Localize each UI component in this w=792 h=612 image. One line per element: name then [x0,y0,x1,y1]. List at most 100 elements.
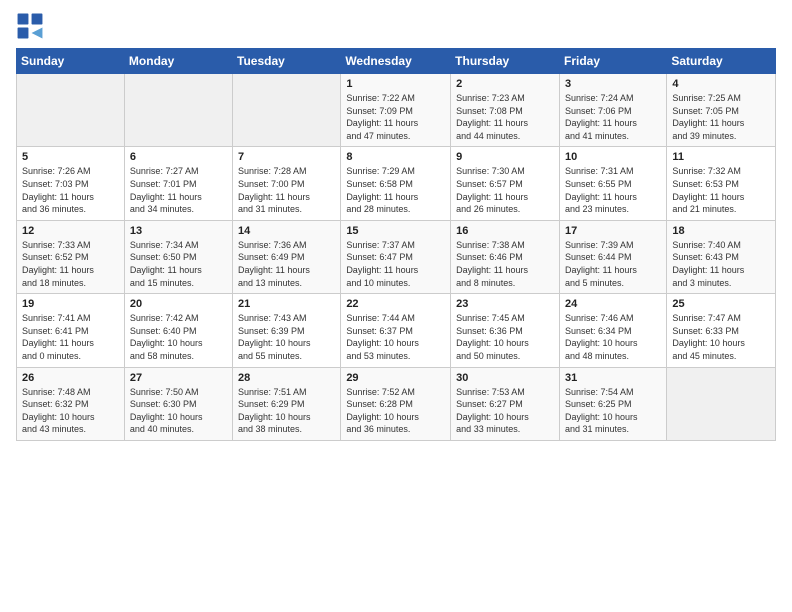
day-info: Sunrise: 7:43 AM Sunset: 6:39 PM Dayligh… [238,312,335,362]
calendar-cell: 26 Sunrise: 7:48 AM Sunset: 6:32 PM Dayli… [17,367,125,440]
day-number: 19 [22,298,119,310]
day-number: 28 [238,372,335,384]
day-info: Sunrise: 7:28 AM Sunset: 7:00 PM Dayligh… [238,165,335,215]
page: SundayMondayTuesdayWednesdayThursdayFrid… [0,0,792,612]
day-info: Sunrise: 7:39 AM Sunset: 6:44 PM Dayligh… [565,239,661,289]
week-row-3: 19 Sunrise: 7:41 AM Sunset: 6:41 PM Dayli… [17,294,776,367]
col-header-tuesday: Tuesday [233,49,341,74]
day-info: Sunrise: 7:42 AM Sunset: 6:40 PM Dayligh… [130,312,227,362]
day-info: Sunrise: 7:30 AM Sunset: 6:57 PM Dayligh… [456,165,554,215]
calendar-cell: 13Sunrise: 7:34 AM Sunset: 6:50 PM Dayli… [124,220,232,293]
day-number: 31 [565,372,661,384]
calendar-cell: 7Sunrise: 7:28 AM Sunset: 7:00 PM Daylig… [233,147,341,220]
col-header-wednesday: Wednesday [341,49,451,74]
calendar-cell: 23 Sunrise: 7:45 AM Sunset: 6:36 PM Dayli… [451,294,560,367]
day-number: 16 [456,225,554,237]
day-number: 27 [130,372,227,384]
day-number: 5 [22,151,119,163]
calendar-cell: 10 Sunrise: 7:31 AM Sunset: 6:55 PM Dayli… [559,147,666,220]
calendar-cell: 1Sunrise: 7:22 AM Sunset: 7:09 PM Daylig… [341,74,451,147]
day-number: 15 [346,225,445,237]
calendar-cell: 2 Sunrise: 7:23 AM Sunset: 7:08 PM Daylig… [451,74,560,147]
col-header-sunday: Sunday [17,49,125,74]
day-info: Sunrise: 7:44 AM Sunset: 6:37 PM Dayligh… [346,312,445,362]
day-number: 30 [456,372,554,384]
calendar-header-row: SundayMondayTuesdayWednesdayThursdayFrid… [17,49,776,74]
day-info: Sunrise: 7:32 AM Sunset: 6:53 PM Dayligh… [672,165,770,215]
day-number: 24 [565,298,661,310]
col-header-thursday: Thursday [451,49,560,74]
day-number: 4 [672,78,770,90]
calendar-cell: 16 Sunrise: 7:38 AM Sunset: 6:46 PM Dayli… [451,220,560,293]
col-header-monday: Monday [124,49,232,74]
day-info: Sunrise: 7:37 AM Sunset: 6:47 PM Dayligh… [346,239,445,289]
calendar-cell: 28Sunrise: 7:51 AM Sunset: 6:29 PM Dayli… [233,367,341,440]
calendar-cell: 18 Sunrise: 7:40 AM Sunset: 6:43 PM Dayli… [667,220,776,293]
calendar-cell: 30 Sunrise: 7:53 AM Sunset: 6:27 PM Dayli… [451,367,560,440]
day-number: 1 [346,78,445,90]
day-number: 18 [672,225,770,237]
day-info: Sunrise: 7:29 AM Sunset: 6:58 PM Dayligh… [346,165,445,215]
calendar-cell: 9 Sunrise: 7:30 AM Sunset: 6:57 PM Daylig… [451,147,560,220]
calendar-cell: 29Sunrise: 7:52 AM Sunset: 6:28 PM Dayli… [341,367,451,440]
day-info: Sunrise: 7:50 AM Sunset: 6:30 PM Dayligh… [130,386,227,436]
day-info: Sunrise: 7:40 AM Sunset: 6:43 PM Dayligh… [672,239,770,289]
day-number: 25 [672,298,770,310]
calendar-cell: 24 Sunrise: 7:46 AM Sunset: 6:34 PM Dayli… [559,294,666,367]
day-number: 2 [456,78,554,90]
day-info: Sunrise: 7:38 AM Sunset: 6:46 PM Dayligh… [456,239,554,289]
calendar-cell: 17Sunrise: 7:39 AM Sunset: 6:44 PM Dayli… [559,220,666,293]
day-number: 12 [22,225,119,237]
col-header-saturday: Saturday [667,49,776,74]
day-number: 22 [346,298,445,310]
calendar-cell [233,74,341,147]
day-info: Sunrise: 7:33 AM Sunset: 6:52 PM Dayligh… [22,239,119,289]
day-info: Sunrise: 7:46 AM Sunset: 6:34 PM Dayligh… [565,312,661,362]
calendar-cell [17,74,125,147]
calendar-cell: 22 Sunrise: 7:44 AM Sunset: 6:37 PM Dayli… [341,294,451,367]
week-row-1: 5Sunrise: 7:26 AM Sunset: 7:03 PM Daylig… [17,147,776,220]
day-number: 14 [238,225,335,237]
day-info: Sunrise: 7:23 AM Sunset: 7:08 PM Dayligh… [456,92,554,142]
day-info: Sunrise: 7:41 AM Sunset: 6:41 PM Dayligh… [22,312,119,362]
day-info: Sunrise: 7:31 AM Sunset: 6:55 PM Dayligh… [565,165,661,215]
calendar-cell: 21Sunrise: 7:43 AM Sunset: 6:39 PM Dayli… [233,294,341,367]
week-row-0: 1Sunrise: 7:22 AM Sunset: 7:09 PM Daylig… [17,74,776,147]
calendar-cell: 20Sunrise: 7:42 AM Sunset: 6:40 PM Dayli… [124,294,232,367]
calendar: SundayMondayTuesdayWednesdayThursdayFrid… [16,48,776,441]
week-row-4: 26 Sunrise: 7:48 AM Sunset: 6:32 PM Dayli… [17,367,776,440]
calendar-cell: 19 Sunrise: 7:41 AM Sunset: 6:41 PM Dayli… [17,294,125,367]
day-info: Sunrise: 7:48 AM Sunset: 6:32 PM Dayligh… [22,386,119,436]
day-number: 9 [456,151,554,163]
calendar-cell: 11Sunrise: 7:32 AM Sunset: 6:53 PM Dayli… [667,147,776,220]
logo-icon [16,12,44,40]
day-info: Sunrise: 7:52 AM Sunset: 6:28 PM Dayligh… [346,386,445,436]
day-info: Sunrise: 7:45 AM Sunset: 6:36 PM Dayligh… [456,312,554,362]
header [16,12,776,40]
day-info: Sunrise: 7:54 AM Sunset: 6:25 PM Dayligh… [565,386,661,436]
day-number: 23 [456,298,554,310]
week-row-2: 12 Sunrise: 7:33 AM Sunset: 6:52 PM Dayli… [17,220,776,293]
day-info: Sunrise: 7:27 AM Sunset: 7:01 PM Dayligh… [130,165,227,215]
day-info: Sunrise: 7:34 AM Sunset: 6:50 PM Dayligh… [130,239,227,289]
day-info: Sunrise: 7:24 AM Sunset: 7:06 PM Dayligh… [565,92,661,142]
col-header-friday: Friday [559,49,666,74]
calendar-cell: 14 Sunrise: 7:36 AM Sunset: 6:49 PM Dayli… [233,220,341,293]
logo [16,12,48,40]
calendar-cell: 15 Sunrise: 7:37 AM Sunset: 6:47 PM Dayli… [341,220,451,293]
day-number: 8 [346,151,445,163]
day-number: 6 [130,151,227,163]
day-info: Sunrise: 7:53 AM Sunset: 6:27 PM Dayligh… [456,386,554,436]
calendar-cell: 6 Sunrise: 7:27 AM Sunset: 7:01 PM Daylig… [124,147,232,220]
day-number: 26 [22,372,119,384]
calendar-cell [124,74,232,147]
calendar-cell: 27 Sunrise: 7:50 AM Sunset: 6:30 PM Dayli… [124,367,232,440]
calendar-cell [667,367,776,440]
day-info: Sunrise: 7:47 AM Sunset: 6:33 PM Dayligh… [672,312,770,362]
calendar-cell: 31 Sunrise: 7:54 AM Sunset: 6:25 PM Dayli… [559,367,666,440]
day-number: 10 [565,151,661,163]
day-number: 3 [565,78,661,90]
day-info: Sunrise: 7:25 AM Sunset: 7:05 PM Dayligh… [672,92,770,142]
day-info: Sunrise: 7:36 AM Sunset: 6:49 PM Dayligh… [238,239,335,289]
calendar-cell: 8 Sunrise: 7:29 AM Sunset: 6:58 PM Daylig… [341,147,451,220]
